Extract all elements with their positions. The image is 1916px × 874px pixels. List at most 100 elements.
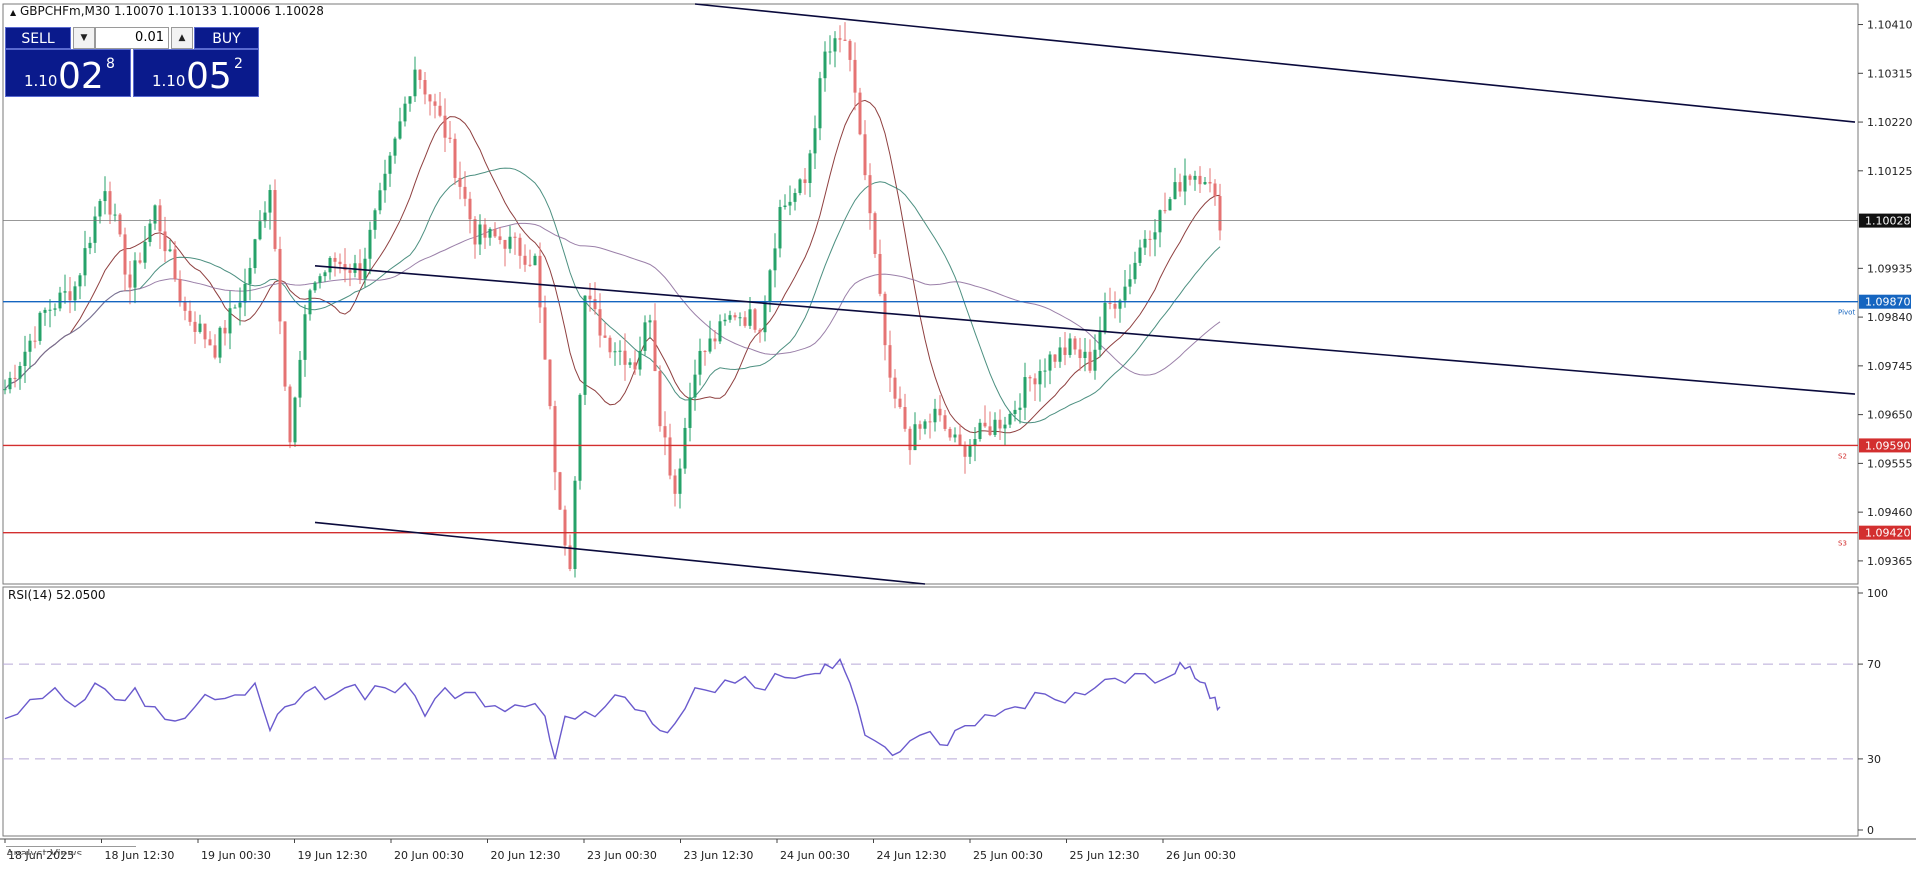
candle-body [583,295,587,395]
candle-body [1218,196,1222,231]
candle-body [968,445,972,457]
candle [293,396,297,447]
candle-body [1168,199,1172,211]
candle-body [548,359,552,407]
candle-body [633,362,637,370]
candle-body [453,138,457,178]
candle-body [63,291,67,293]
candle-body [398,121,402,139]
level-tag: Pivot [1838,309,1855,317]
candle [873,211,877,258]
candle-body [1058,347,1062,362]
candle-body [1163,210,1167,212]
time-tick-label: 25 Jun 00:30 [973,849,1043,862]
candle-body [138,260,142,263]
candle-body [233,307,237,309]
time-tick-label: 19 Jun 12:30 [298,849,368,862]
candle-body [508,236,512,249]
candle [283,321,287,391]
candle [548,359,552,410]
buy-price-pip: 2 [234,56,243,72]
candle-body [1043,370,1047,372]
price-tick-label: 1.09650 [1867,409,1913,422]
candle-body [1158,210,1162,233]
analyst-views-tab[interactable]: Analyst Views [6,846,136,855]
candle-body [618,350,622,352]
candle-body [188,310,192,322]
candle-body [283,321,287,387]
price-tick-label: 1.09840 [1867,311,1913,324]
price-tick-label: 1.09365 [1867,555,1913,568]
candle-body [828,51,832,53]
candle-body [193,321,197,332]
candle-body [613,351,617,353]
candle-body [588,295,592,300]
candle-body [928,421,932,423]
candle-body [278,248,282,322]
time-tick-label: 24 Jun 12:30 [877,849,947,862]
level-tag: S3 [1838,540,1847,548]
chart-canvas[interactable]: 1.10410 1.10315 1.10220 1.10125 1.09935 1.098… [0,0,1916,874]
candle-body [703,350,707,352]
candle-body [718,321,722,342]
price-axis: 1.10410 1.10315 1.10220 1.10125 1.09935 1.098… [1858,19,1913,568]
candle-body [538,255,542,308]
candle [38,311,42,345]
time-tick-label: 20 Jun 00:30 [394,849,464,862]
candle-body [848,40,852,60]
candle-body [213,345,217,358]
candle-body [983,422,987,427]
candle-body [428,94,432,102]
candle-body [338,261,342,265]
lot-increase-button[interactable]: ▲ [171,27,193,49]
candle-body [943,415,947,429]
lot-decrease-button[interactable]: ▼ [73,27,95,49]
candle-body [208,339,212,346]
candle-body [168,249,172,252]
candle-body [608,337,612,353]
rsi-tick-label: 30 [1867,753,1881,766]
candle-body [28,340,32,352]
candle-body [163,231,167,252]
candle-body [303,314,307,360]
price-tick-label: 1.09935 [1867,262,1913,275]
time-tick-label: 20 Jun 12:30 [491,849,561,862]
candle-body [418,69,422,81]
candle-body [288,386,292,443]
symbol-info: ▲ GBPCHFm,M30 1.10070 1.10133 1.10006 1.… [10,4,324,18]
candle-body [318,276,322,283]
candle-body [503,239,507,249]
candle-body [323,272,327,277]
candle-body [808,153,812,183]
candle-body [748,309,752,326]
candle-body [438,105,442,116]
level-tag: S2 [1838,452,1847,460]
candle-body [593,299,597,310]
candle-body [833,38,837,52]
candle-body [333,257,337,262]
buy-button[interactable]: BUY [194,27,259,49]
candle-body [1038,370,1042,385]
candle-body [348,270,352,273]
candle-body [1108,302,1112,304]
rsi-tick-label: 70 [1867,658,1881,671]
candle-body [763,301,767,333]
candle-body [353,263,357,273]
lot-size-input[interactable]: 0.01 [95,27,169,49]
time-tick-label: 26 Jun 00:30 [1166,849,1236,862]
sell-button[interactable]: SELL [5,27,71,49]
candle-body [803,179,807,183]
price-tick-label: 1.09460 [1867,506,1913,519]
candle-body [758,329,762,333]
buy-price-button[interactable]: 1.10 05 2 [133,49,259,97]
candle-body [598,309,602,336]
candle-body [368,229,372,259]
candle [273,179,277,252]
candle-body [573,480,577,570]
candle-body [818,78,822,129]
candle [798,178,802,196]
candle-body [1053,354,1057,362]
candle-body [1153,232,1157,240]
sell-price-button[interactable]: 1.10 02 8 [5,49,131,97]
candle-body [888,345,892,378]
